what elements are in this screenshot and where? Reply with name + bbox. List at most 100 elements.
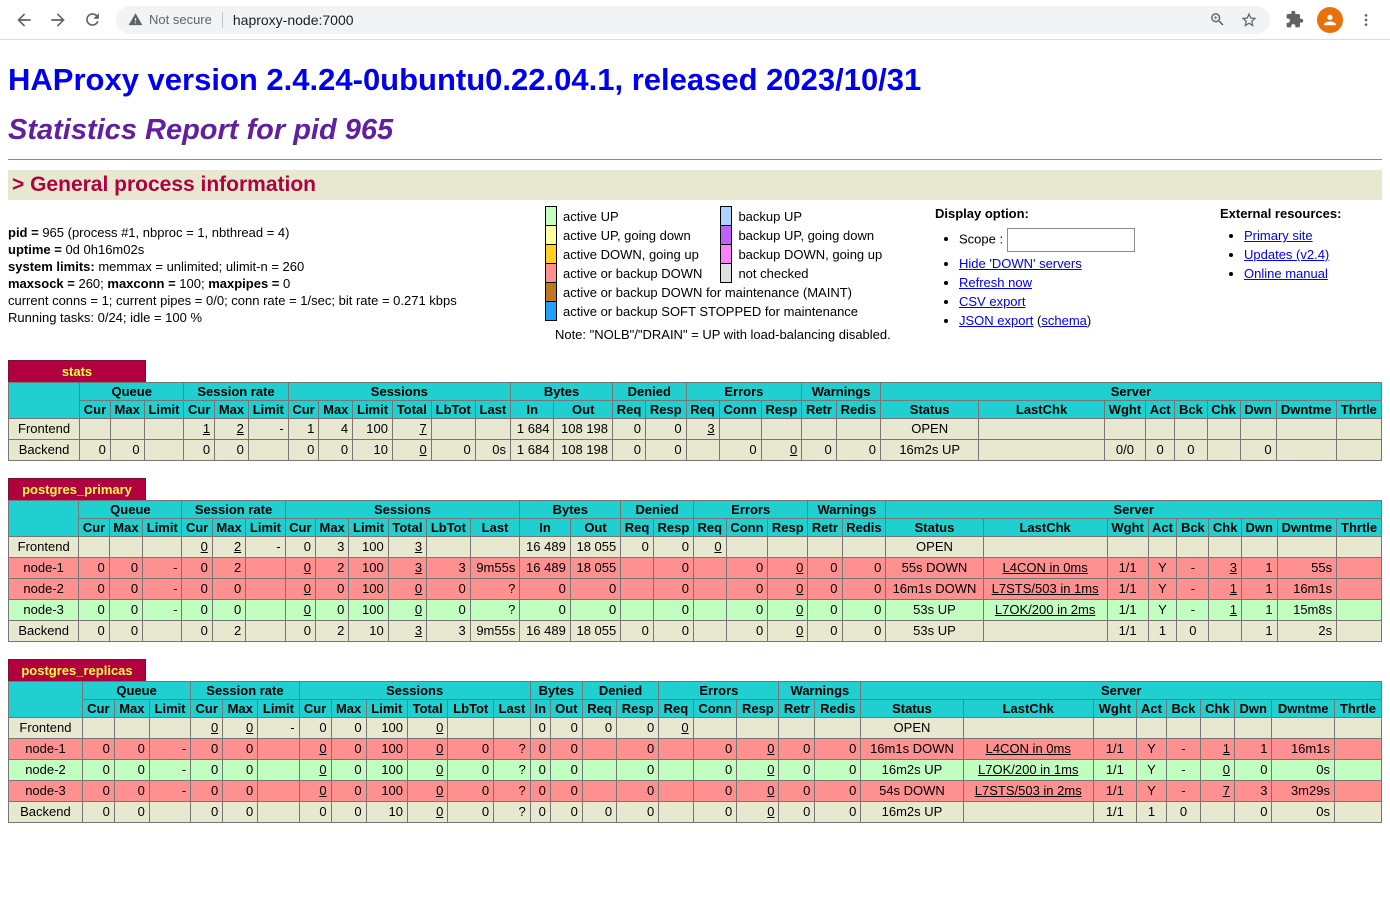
address-bar[interactable]: Not secure haproxy-node:7000 [116,6,1270,34]
table-cell: 0 [408,739,448,760]
column-header: Conn [693,700,737,718]
row-label[interactable]: Frontend [9,419,80,440]
url-text[interactable]: haproxy-node:7000 [233,12,1209,28]
page-title[interactable]: HAProxy version 2.4.24-0ubuntu0.22.04.1,… [8,62,1382,98]
legend-note: Note: "NOLB"/"DRAIN" = UP with load-bala… [546,321,901,344]
table-cell: 1 [1235,739,1272,760]
legend-row: active DOWN, going upbackup DOWN, going … [546,245,901,264]
json-export-link[interactable]: JSON export [959,313,1033,328]
option-link[interactable]: Hide 'DOWN' servers [959,256,1082,271]
table-cell: 0 [182,558,212,579]
row-label[interactable]: node-2 [9,579,79,600]
row-label[interactable]: node-3 [9,600,79,621]
table-cell: 2 [212,621,245,642]
table-cell: 0 [285,621,315,642]
table-cell: 0s [475,440,510,461]
scope-input[interactable] [1007,228,1135,252]
reload-button[interactable] [76,4,108,36]
table-cell [582,739,616,760]
extensions-button[interactable] [1278,4,1310,36]
table-cell: 7 [392,419,431,440]
table-cell: 1/1 [1107,621,1148,642]
column-header-row: CurMaxLimitCurMaxLimitCurMaxLimitTotalLb… [9,700,1382,718]
table-cell [1207,440,1240,461]
table-cell: 3 [1235,781,1272,802]
row-label[interactable]: node-1 [9,739,83,760]
bookmark-star-icon[interactable] [1240,11,1258,29]
option-link[interactable]: CSV export [959,294,1025,309]
row-label[interactable]: node-2 [9,760,83,781]
table-cell: 0 [285,600,315,621]
column-header: Cur [191,700,223,718]
table-cell: 100 [366,781,407,802]
table-cell [686,440,719,461]
table-cell: 0 [617,760,659,781]
column-header: LastChk [963,700,1093,718]
external-link[interactable]: Online manual [1244,266,1328,281]
display-options: Display option: Scope : Hide 'DOWN' serv… [935,206,1220,332]
column-header: Thrtle [1334,700,1381,718]
column-header: Max [114,700,149,718]
row-label[interactable]: Backend [9,440,80,461]
proxy-tab-postgres_replicas[interactable]: postgres_replicas [8,659,146,681]
table-cell: OPEN [881,419,979,440]
table-cell: 1 [288,419,319,440]
column-header: In [530,700,550,718]
column-header: Cur [80,401,111,419]
column-header: Cur [285,519,315,537]
legend-label: backup DOWN, going up [732,245,900,264]
proxy-tab-postgres_primary[interactable]: postgres_primary [8,478,146,500]
menu-kebab-button[interactable] [1350,4,1382,36]
table-cell: 0 [223,781,258,802]
forward-button[interactable] [42,4,74,36]
column-header: Dwn [1241,519,1277,537]
table-cell [1336,419,1381,440]
legend-table: active UPbackup UPactive UP, going downb… [545,206,900,343]
table-cell: 18 055 [570,621,620,642]
row-label[interactable]: Frontend [9,718,83,739]
table-cell: 0 [427,600,471,621]
row-label[interactable]: node-1 [9,558,79,579]
table-cell [1334,739,1381,760]
row-label[interactable]: Frontend [9,537,79,558]
back-button[interactable] [8,4,40,36]
table-cell: 0 [114,802,149,823]
table-cell: 0 [182,579,212,600]
column-header: Status [881,401,979,419]
legend-label: active UP, going down [557,226,721,245]
option-link[interactable]: Refresh now [959,275,1032,290]
table-cell: 16 489 [520,621,570,642]
proxy-tab-stats[interactable]: stats [8,360,146,382]
table-cell: 108 198 [554,440,613,461]
schema-link[interactable]: schema [1041,313,1087,328]
table-cell [149,718,190,739]
legend-row: active or backup SOFT STOPPED for mainte… [546,302,901,321]
zoom-in-icon[interactable] [1209,11,1226,28]
table-cell: - [246,537,285,558]
table-cell: 0 [191,760,223,781]
row-label[interactable]: Backend [9,621,79,642]
external-link[interactable]: Primary site [1244,228,1313,243]
profile-avatar[interactable] [1317,7,1343,33]
table-cell: L4CON in 0ms [983,558,1107,579]
table-cell: 1 [1241,579,1277,600]
proxy-section-postgres_primary: postgres_primaryQueueSession rateSession… [8,478,1382,642]
row-label[interactable]: node-3 [9,781,83,802]
external-link[interactable]: Updates (v2.4) [1244,247,1329,262]
row-label[interactable]: Backend [9,802,83,823]
security-badge[interactable]: Not secure [128,12,222,27]
table-cell [1093,718,1136,739]
table-cell [1337,558,1382,579]
table-cell: 0 [768,579,808,600]
table-cell: 0 [779,802,815,823]
back-icon [14,10,34,30]
column-header: Act [1136,700,1166,718]
column-header: Limit [144,401,184,419]
table-cell: 0/0 [1104,440,1145,461]
table-cell: 55s [1277,558,1337,579]
column-group-header: Errors [686,383,802,401]
scope-item: Scope : [959,228,1220,252]
table-cell: L7OK/200 in 2ms [983,600,1107,621]
legend-row: active or backup DOWNnot checked [546,264,901,283]
table-cell: 54s DOWN [861,781,963,802]
